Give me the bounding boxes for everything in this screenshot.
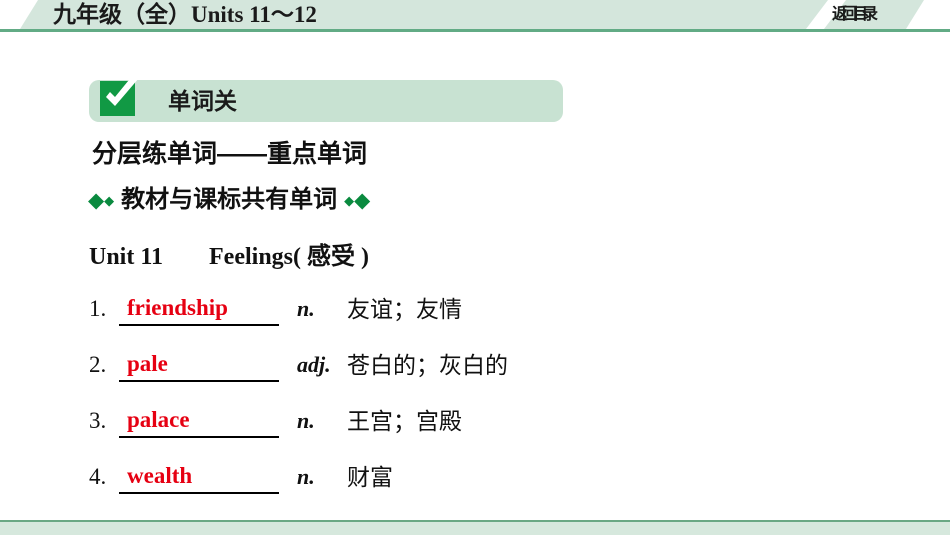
page-header: 九年级（全）Units 11～12 返回目录: [0, 0, 950, 32]
unit-topic-close: ): [361, 244, 369, 270]
return-to-contents-button[interactable]: 返回目录: [832, 2, 878, 28]
word-row: 3. palace n. 王宫；宫殿: [89, 404, 909, 460]
section-banner: [89, 80, 563, 122]
word-part-of-speech: n.: [297, 296, 315, 321]
header-rule: [0, 29, 950, 32]
word-part-of-speech: n.: [297, 408, 315, 433]
unit-heading: Unit 11 Feelings( 感受 ): [89, 240, 369, 274]
subtitle-secondary-label: 教材与课标共有单词: [121, 186, 338, 213]
diamond-icon: ◆: [88, 188, 105, 212]
word-number: 3.: [89, 408, 107, 433]
word-part-of-speech: n.: [297, 464, 315, 489]
word-part-of-speech: adj.: [297, 352, 331, 377]
word-definition: 友谊；友情: [347, 296, 462, 322]
subtitle-secondary: ◆ ◆ 教材与课标共有单词 ◆ ◆: [88, 182, 370, 218]
word-blank-field[interactable]: pale: [119, 348, 279, 382]
diamond-icon: ◆: [354, 188, 371, 212]
diamond-icon: ◆: [104, 192, 115, 208]
word-number: 4.: [89, 464, 107, 489]
subtitle-primary: 分层练单词——重点单词: [92, 140, 368, 168]
unit-topic-en: Feelings(: [209, 244, 301, 270]
page-footer-bar: [0, 520, 950, 535]
word-row: 1. friendship n. 友谊；友情: [89, 292, 909, 348]
word-list: 1. friendship n. 友谊；友情 2. pale adj. 苍白的；…: [89, 292, 909, 516]
word-definition: 财富: [347, 464, 393, 490]
word-number: 2.: [89, 352, 107, 377]
word-row: 4. wealth n. 财富: [89, 460, 909, 516]
diamond-icon: ◆: [344, 192, 355, 208]
word-blank-field[interactable]: palace: [119, 404, 279, 438]
word-answer: pale: [127, 351, 168, 376]
word-blank-field[interactable]: wealth: [119, 460, 279, 494]
word-blank-field[interactable]: friendship: [119, 292, 279, 326]
word-row: 2. pale adj. 苍白的；灰白的: [89, 348, 909, 404]
unit-number: Unit 11: [89, 244, 164, 270]
word-answer: friendship: [127, 295, 228, 320]
check-icon: [99, 75, 141, 117]
section-banner-label: 单词关: [168, 88, 237, 114]
word-answer: wealth: [127, 463, 193, 488]
unit-topic-cn: 感受: [307, 243, 355, 270]
word-definition: 苍白的；灰白的: [347, 352, 508, 378]
word-number: 1.: [89, 296, 107, 321]
page-title: 九年级（全）Units 11～12: [53, 2, 317, 27]
word-answer: palace: [127, 407, 190, 432]
word-definition: 王宫；宫殿: [347, 408, 462, 434]
